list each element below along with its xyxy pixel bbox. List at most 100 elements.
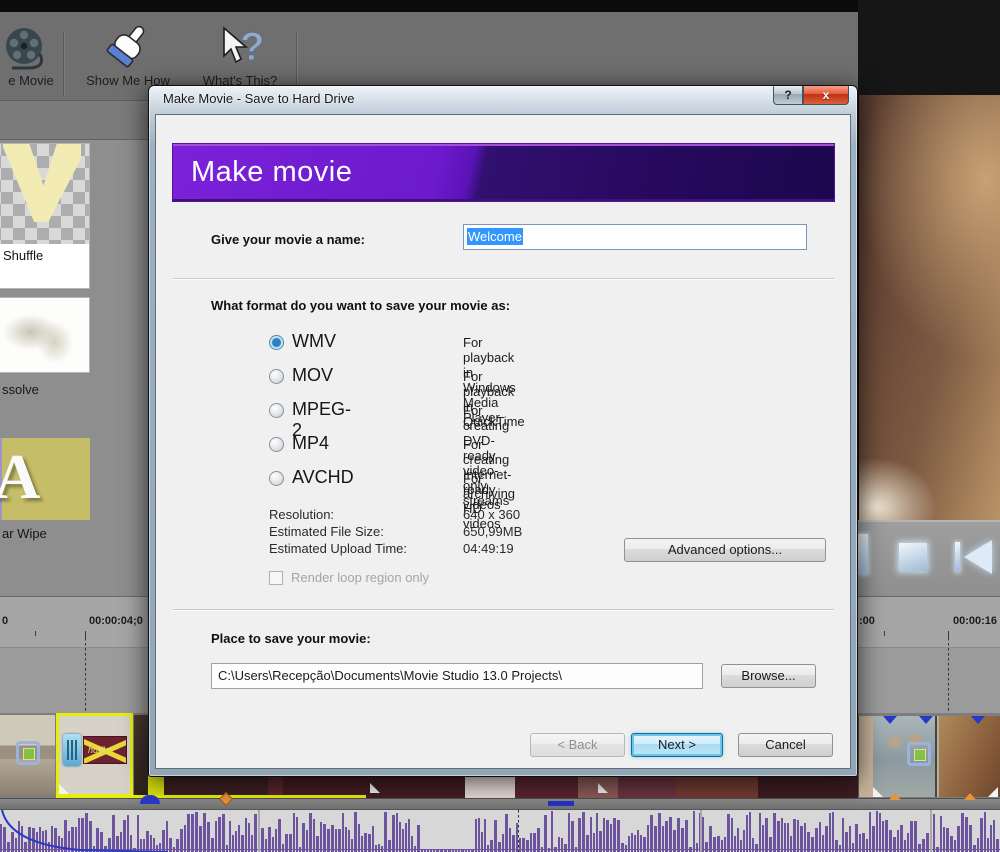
filesize-value: 650,99MB <box>463 524 522 539</box>
next-button[interactable]: Next > <box>631 733 723 757</box>
start-bar-icon <box>955 542 960 572</box>
marker-orange-icon <box>964 793 976 800</box>
app-window: e Movie Show Me How ? What's This? <box>0 0 1000 852</box>
format-description: For archiving HD videos <box>463 471 515 531</box>
back-button[interactable]: < Back <box>530 733 625 757</box>
transition-card-shuffle[interactable]: Shuffle <box>0 143 90 289</box>
video-thumbnail <box>939 716 1000 797</box>
uploadtime-label: Estimated Upload Time: <box>269 541 407 556</box>
cursor-question-icon: ? <box>216 22 270 74</box>
format-name: WMV <box>292 331 336 352</box>
marker-dotted-line <box>518 810 519 852</box>
whats-this-button[interactable]: ? What's This? <box>192 16 288 96</box>
filesize-label: Estimated File Size: <box>269 524 384 539</box>
movie-name-input[interactable]: Welcome <box>463 224 807 250</box>
marker-dotted-line <box>948 638 949 714</box>
ruler-tick <box>884 631 885 636</box>
format-name: AVCHD <box>292 467 354 488</box>
ruler-label: 0 <box>2 615 8 627</box>
fade-handle[interactable] <box>988 787 998 797</box>
transition-label: Shuffle <box>0 244 89 269</box>
ruler-label: 00:00:04;0 <box>89 615 143 627</box>
loop-region-marker <box>548 801 574 806</box>
fade-handle[interactable] <box>873 787 883 797</box>
resolution-label: Resolution: <box>269 507 334 522</box>
radio-button[interactable] <box>269 335 284 350</box>
format-name: MP4 <box>292 433 329 454</box>
app-top-bar <box>0 0 1000 12</box>
cancel-button[interactable]: Cancel <box>738 733 833 757</box>
dialog-body: Make movie Give your movie a name: Welco… <box>155 114 851 769</box>
shuffle-vee-shape <box>3 144 81 222</box>
pan-crop-icon[interactable] <box>907 742 931 766</box>
transition-label: ssolve <box>0 382 39 397</box>
ruler-label: :00 <box>859 615 875 627</box>
marker-triangle-icon <box>883 716 897 724</box>
separator <box>173 609 834 611</box>
fade-handle[interactable] <box>598 783 608 793</box>
transition-badge-text: huffle <box>88 745 110 755</box>
video-clip[interactable] <box>858 716 1000 797</box>
volume-envelope-curve[interactable] <box>0 810 170 852</box>
dialog-window-controls: ? x <box>773 86 849 105</box>
audio-clip-boundary <box>258 810 260 852</box>
marker-orange-icon <box>889 793 901 800</box>
pan-crop-icon[interactable] <box>16 741 40 765</box>
go-to-start-button[interactable] <box>950 534 996 580</box>
show-me-how-button[interactable]: Show Me How <box>70 16 186 96</box>
video-clip[interactable] <box>134 715 148 795</box>
playback-controls <box>858 520 1000 596</box>
radio-button[interactable] <box>269 437 284 452</box>
render-loop-label: Render loop region only <box>291 570 429 585</box>
banner-title: Make movie <box>191 156 352 189</box>
fade-marker-icon <box>140 795 160 804</box>
uploadtime-value: 04:49:19 <box>463 541 514 556</box>
make-movie-tool-button[interactable]: e Movie <box>0 16 62 96</box>
preview-panel-top <box>858 0 1000 95</box>
browse-button[interactable]: Browse... <box>721 664 816 688</box>
movie-name-label: Give your movie a name: <box>211 232 365 247</box>
help-button[interactable]: ? <box>773 86 803 105</box>
video-clip[interactable] <box>0 715 55 795</box>
transition-label: ar Wipe <box>0 526 47 541</box>
radio-button[interactable] <box>269 471 284 486</box>
pause-button[interactable] <box>858 534 868 574</box>
start-triangle-icon <box>964 540 992 574</box>
shuffle-transition-badge: huffle <box>83 736 127 764</box>
save-path-input[interactable]: C:\Users\Recepção\Documents\Movie Studio… <box>211 663 703 689</box>
dissolve-thumbnail <box>0 298 89 372</box>
marker-dotted-line <box>85 638 86 714</box>
marker-triangle-icon <box>919 716 933 724</box>
ruler-tick <box>35 631 36 636</box>
dialog-title: Make Movie - Save to Hard Drive <box>163 91 354 106</box>
close-button[interactable]: x <box>803 86 849 105</box>
transitions-panel: Shuffle ssolve A ar Wipe <box>0 140 148 596</box>
wipe-letter-a: A <box>0 440 40 514</box>
format-name: MOV <box>292 365 333 386</box>
radio-button[interactable] <box>269 369 284 384</box>
stop-button[interactable] <box>890 534 936 580</box>
video-preview <box>858 95 1000 520</box>
event-grip-icon <box>63 734 81 766</box>
selected-transition-clip[interactable]: huffle <box>56 713 133 797</box>
make-movie-dialog: Make Movie - Save to Hard Drive ? x Make… <box>148 85 858 777</box>
format-heading: What format do you want to save your mov… <box>211 298 510 313</box>
separator <box>173 278 834 280</box>
film-reel-icon <box>2 24 54 76</box>
fade-handle[interactable] <box>370 783 380 793</box>
make-movie-tool-label: e Movie <box>0 73 62 88</box>
stop-icon <box>899 543 927 571</box>
marker-triangle-icon <box>971 716 985 724</box>
transition-card-wipe[interactable]: A <box>0 438 90 520</box>
fade-handle[interactable] <box>59 784 69 794</box>
radio-button[interactable] <box>269 403 284 418</box>
track-divider[interactable] <box>0 798 1000 810</box>
shuffle-thumbnail <box>0 144 89 244</box>
toolbar-divider <box>63 32 64 96</box>
transition-card-dissolve[interactable] <box>0 297 90 373</box>
resolution-value: 640 x 360 <box>463 507 520 522</box>
advanced-options-button[interactable]: Advanced options... <box>624 538 826 562</box>
render-loop-checkbox[interactable] <box>269 571 283 585</box>
selected-text: Welcome <box>467 228 523 245</box>
audio-clip-boundary <box>930 810 932 852</box>
